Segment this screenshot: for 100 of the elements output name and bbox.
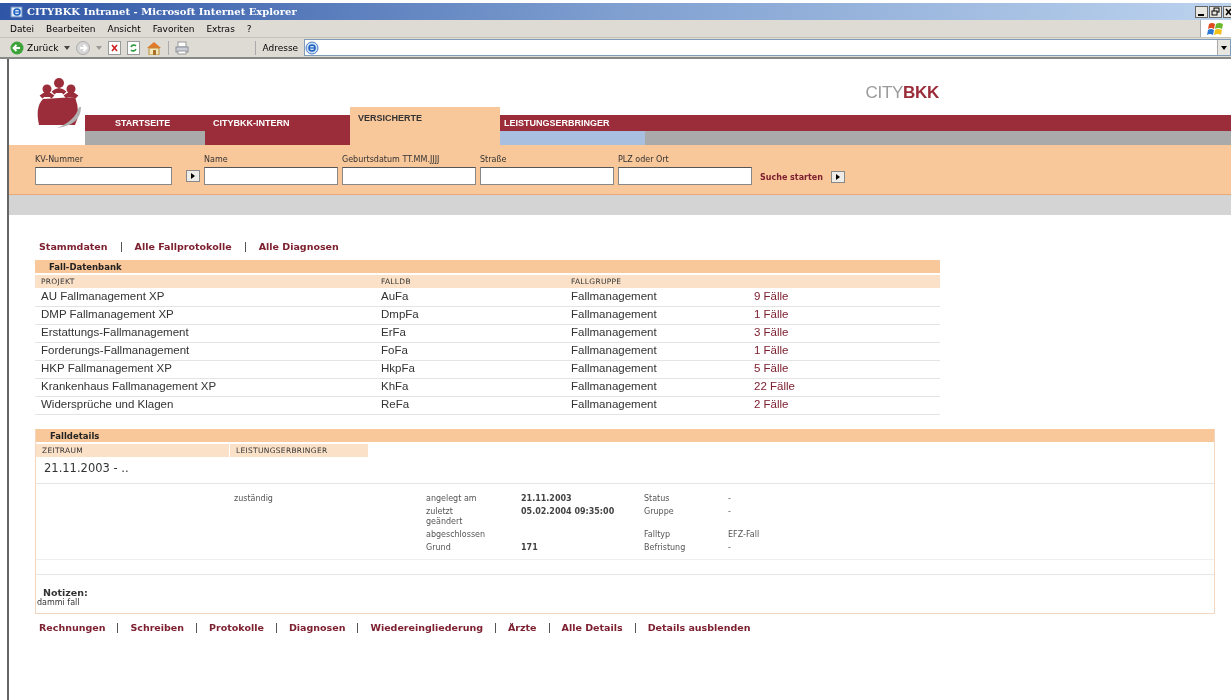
table-cell-text: Fallmanagement <box>570 343 658 358</box>
field-label: Straße <box>480 155 508 166</box>
section-link[interactable]: Alle Diagnosen <box>258 241 339 252</box>
count-link[interactable]: 1 Fälle <box>748 343 940 360</box>
detail-label: angelegt am <box>426 494 478 504</box>
section-link[interactable]: Alle Fallprotokolle <box>134 241 232 252</box>
table-cell-text: HKP Fallmanagement XP <box>40 361 173 376</box>
table-cell-text: Fallmanagement <box>570 325 658 340</box>
section-header: Fall-Datenbank <box>35 260 940 273</box>
section-link[interactable]: Stammdaten <box>39 241 108 252</box>
notes-text: dammi fall <box>36 598 81 607</box>
count-link[interactable]: 1 Fälle <box>748 307 940 324</box>
action-link[interactable]: Rechnungen <box>39 622 106 633</box>
caret-icon <box>1221 45 1227 50</box>
table-cell-text: ErFa <box>380 325 407 340</box>
address-field[interactable] <box>304 39 1231 56</box>
count-link[interactable]: 2 Fälle <box>748 397 940 414</box>
nav-tab[interactable]: STARTSEITE <box>85 115 205 131</box>
table-cell-text: Fallmanagement <box>570 289 658 304</box>
browser-icon <box>10 4 24 19</box>
action-link[interactable]: Wiedereingliederung <box>370 622 483 633</box>
menu-item[interactable]: ? <box>246 23 252 34</box>
nav-tab[interactable]: LEISTUNGSERBRINGER <box>500 115 645 131</box>
nav-tab[interactable]: VERSICHERTE <box>350 107 500 129</box>
table-cell-text: Erstattungs-Fallmanagement <box>40 325 190 340</box>
action-link[interactable]: Ärzte <box>508 622 537 633</box>
table-cell-text: Widersprüche und Klagen <box>40 397 175 412</box>
dropdown-button[interactable] <box>1217 40 1230 55</box>
search-field[interactable] <box>204 167 338 185</box>
field-label: PLZ oder Ort <box>618 155 670 166</box>
refresh-icon[interactable] <box>127 40 141 55</box>
search-field[interactable] <box>35 167 172 185</box>
table-cell-text: Fallmanagement <box>570 361 658 376</box>
back-arrow-icon <box>10 40 24 55</box>
table-cell-text: DmpFa <box>380 307 420 322</box>
caret-icon[interactable] <box>64 45 71 50</box>
windows-flag-icon <box>1207 20 1225 37</box>
count-link[interactable]: 9 Fälle <box>748 289 940 306</box>
detail-label: Gruppe <box>644 507 675 518</box>
detail-value: - <box>728 507 732 518</box>
minimize-icon[interactable] <box>1195 5 1208 18</box>
table-cell-text: Forderungs-Fallmanagement <box>40 343 191 358</box>
notes-title: Notizen: <box>42 587 89 598</box>
table-cell-text: Krankenhaus Fallmanagement XP <box>40 379 218 394</box>
menu-item[interactable]: Datei <box>10 23 34 34</box>
arrow-button-icon[interactable] <box>186 170 200 182</box>
count-link[interactable]: 3 Fälle <box>748 325 940 342</box>
table-cell-text: KhFa <box>380 379 410 394</box>
detail-label: Befristung <box>644 543 687 553</box>
field-label: Geburtsdatum TT.MM.JJJJ <box>342 155 441 166</box>
detail-label: Status <box>644 494 671 504</box>
detail-label: Falltyp <box>644 530 672 540</box>
section-header: Falldetails <box>36 429 1214 442</box>
table-cell-text: DMP Fallmanagement XP <box>40 307 175 322</box>
role-text: zuständig <box>233 494 274 505</box>
back-button[interactable]: Zurück <box>10 40 59 55</box>
action-link[interactable]: Protokolle <box>209 622 264 633</box>
detail-value: - <box>728 543 732 553</box>
detail-value: EFZ-Fall <box>728 530 761 540</box>
action-link[interactable]: Alle Details <box>561 622 623 633</box>
menu-item[interactable]: Extras <box>206 23 235 34</box>
table-cell-text: ReFa <box>380 397 411 412</box>
table-cell-text: Fallmanagement <box>570 397 658 412</box>
restore-icon[interactable] <box>1209 5 1222 18</box>
detail-value: 21.11.2003 <box>521 494 572 503</box>
brand-logo: CITYBKK <box>865 83 939 102</box>
detail-label: Grund <box>426 543 452 553</box>
search-field[interactable] <box>618 167 752 185</box>
field-label: Name <box>204 155 229 166</box>
action-link[interactable]: Details ausblenden <box>647 622 751 633</box>
menu-item[interactable]: Favoriten <box>152 23 195 34</box>
table-cell-text: AU Fallmanagement XP <box>40 289 166 304</box>
menu-item[interactable]: Ansicht <box>107 23 141 34</box>
table-cell-text: AuFa <box>380 289 410 304</box>
detail-label: abgeschlossen <box>426 530 487 540</box>
search-link[interactable]: Suche starten <box>760 172 823 182</box>
search-field[interactable] <box>480 167 614 185</box>
detail-value: 171 <box>521 543 538 552</box>
arrow-button-icon[interactable] <box>831 171 845 183</box>
search-field[interactable] <box>342 167 476 185</box>
table-cell-text: Fallmanagement <box>570 379 658 394</box>
nav-tab[interactable]: CITYBKK-INTERN <box>205 115 350 131</box>
printer-icon[interactable] <box>175 40 190 55</box>
stop-icon[interactable] <box>108 40 122 55</box>
action-link[interactable]: Schreiben <box>130 622 185 633</box>
table-cell-text: HkpFa <box>380 361 416 376</box>
page-icon <box>305 40 320 55</box>
action-link[interactable]: Diagnosen <box>288 622 346 633</box>
table-cell-text: FoFa <box>380 343 409 358</box>
detail-value: - <box>728 494 732 504</box>
window-title: CITYBKK Intranet - Microsoft Internet Explorer <box>27 6 297 17</box>
close-icon[interactable] <box>1223 5 1231 18</box>
home-icon[interactable] <box>146 40 163 55</box>
detail-value: 05.02.2004 09:35:00 <box>521 507 615 516</box>
table-cell-text: Fallmanagement <box>570 307 658 322</box>
menu-item[interactable]: Bearbeiten <box>46 23 96 34</box>
count-link[interactable]: 22 Fälle <box>748 379 940 396</box>
field-label: KV-Nummer <box>35 155 84 166</box>
count-link[interactable]: 5 Fälle <box>748 361 940 378</box>
period-text: 21.11.2003 - .. <box>36 457 1214 484</box>
